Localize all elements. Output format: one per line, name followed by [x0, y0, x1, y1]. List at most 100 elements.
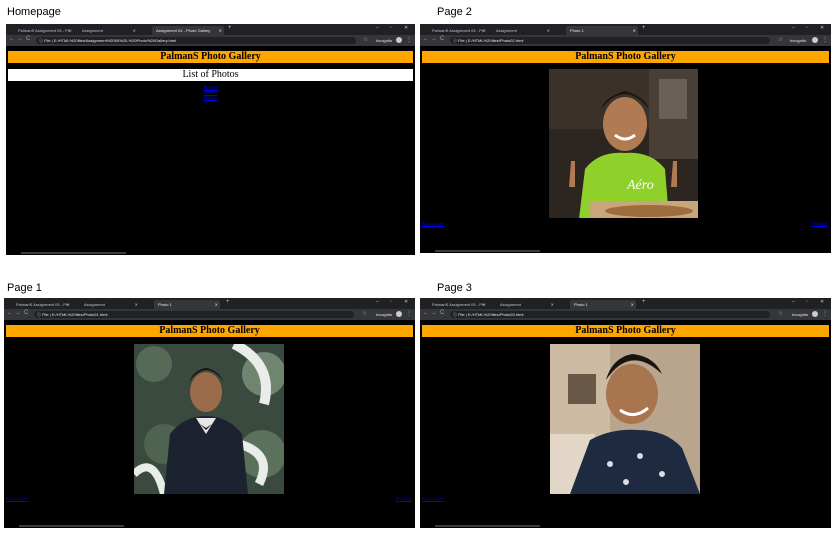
star-icon[interactable]: ☆	[778, 36, 783, 43]
close-icon[interactable]: ✕	[215, 300, 218, 309]
star-icon[interactable]: ☆	[778, 310, 783, 317]
url-field[interactable]: ⓘ File | E:/HTML%20files/Photo03.html	[450, 311, 770, 318]
url-field[interactable]: ⓘ File | E:/HTML%20files/Assignment%2005…	[36, 37, 356, 44]
tab-2[interactable]: Assignment ✕	[80, 300, 140, 309]
horizontal-scrollbar[interactable]	[19, 525, 124, 527]
tab-label: PalmanS Assignment 05 - Ph	[18, 28, 71, 33]
incognito-label: Incognito	[790, 38, 807, 43]
tab-label: Assignment	[496, 28, 517, 33]
window-close-icon[interactable]: ✕	[404, 299, 408, 305]
avatar[interactable]	[812, 311, 818, 317]
page-content: PalmanS Photo Gallery List of Photos Pho…	[6, 46, 415, 255]
incognito-label: Incognito	[376, 38, 393, 43]
back-icon[interactable]: ←	[423, 310, 429, 316]
tab-label: Assignment	[82, 28, 103, 33]
reload-icon[interactable]: C	[24, 310, 28, 316]
tab-3-active[interactable]: Assignment 04 - Photo Gallery ✕	[152, 26, 224, 35]
browser-window-page1: PalmanS Assignment 05 - Ph ✕ Assignment ✕ …	[4, 298, 415, 528]
menu-icon[interactable]: ⋮	[822, 36, 828, 43]
avatar[interactable]	[396, 37, 402, 43]
tab-bar: PalmanS Assignment 05 - Ph ✕ Assignment ✕ …	[420, 298, 831, 309]
new-tab-icon[interactable]: +	[642, 25, 646, 31]
gallery-title: PalmanS Photo Gallery	[8, 51, 413, 63]
address-bar: ← → C ⓘ File | E:/HTML%20files/Photo03.h…	[420, 309, 831, 320]
horizontal-scrollbar[interactable]	[435, 250, 540, 252]
back-to-home-link[interactable]: Back to home	[422, 221, 444, 226]
tab-3-active[interactable]: Photo 1 ✕	[154, 300, 220, 309]
close-icon[interactable]: ✕	[67, 300, 70, 309]
next-page-link[interactable]: Next Page	[395, 496, 412, 501]
minimize-icon[interactable]: –	[792, 299, 795, 305]
back-to-home-link[interactable]: Back to home	[422, 496, 444, 501]
tab-2[interactable]: Assignment ✕	[496, 300, 556, 309]
back-icon[interactable]: ←	[423, 36, 429, 42]
url-field[interactable]: ⓘ File | E:/HTML%20files/Photo01.html	[34, 311, 354, 318]
back-to-home-link[interactable]: Back to home	[6, 496, 28, 501]
tab-3-active[interactable]: Photo 1 ✕	[570, 300, 636, 309]
address-bar: ← → C ⓘ File | E:/HTML%20files/Photo01.h…	[4, 309, 415, 320]
tab-label: PalmanS Assignment 05 - Ph	[432, 302, 485, 307]
window-close-icon[interactable]: ✕	[820, 25, 824, 31]
close-icon[interactable]: ✕	[483, 26, 486, 35]
close-icon[interactable]: ✕	[633, 26, 636, 35]
tab-3-active[interactable]: Photo 1 ✕	[566, 26, 638, 35]
close-icon[interactable]: ✕	[551, 300, 554, 309]
forward-icon[interactable]: →	[431, 310, 437, 316]
page-content: PalmanS Photo Gallery Aéro Back to home …	[420, 46, 831, 253]
maximize-icon[interactable]: ▫	[806, 299, 808, 305]
close-icon[interactable]: ✕	[133, 26, 136, 35]
close-icon[interactable]: ✕	[219, 26, 222, 35]
back-icon[interactable]: ←	[7, 310, 13, 316]
minimize-icon[interactable]: –	[376, 299, 379, 305]
url-field[interactable]: ⓘ File | E:/HTML%20files/Photo02.html	[450, 37, 770, 44]
close-icon[interactable]: ✕	[547, 26, 550, 35]
minimize-icon[interactable]: –	[792, 25, 795, 31]
reload-icon[interactable]: C	[440, 310, 444, 316]
new-tab-icon[interactable]: +	[228, 25, 232, 31]
close-icon[interactable]: ✕	[631, 300, 634, 309]
back-icon[interactable]: ←	[9, 36, 15, 42]
minimize-icon[interactable]: –	[376, 25, 379, 31]
tab-2[interactable]: Assignment ✕	[492, 26, 552, 35]
info-icon: ⓘ	[453, 38, 457, 43]
new-tab-icon[interactable]: +	[642, 299, 646, 305]
tab-label: Assignment	[500, 302, 521, 307]
menu-icon[interactable]: ⋮	[406, 310, 412, 317]
page-content: PalmanS Photo Gallery Back to home Next …	[4, 320, 415, 528]
gallery-title: PalmanS Photo Gallery	[422, 325, 829, 337]
forward-icon[interactable]: →	[17, 36, 23, 42]
address-bar: ← → C ⓘ File | E:/HTML%20files/Assignmen…	[6, 35, 415, 46]
window-close-icon[interactable]: ✕	[820, 299, 824, 305]
horizontal-scrollbar[interactable]	[435, 525, 540, 527]
window-close-icon[interactable]: ✕	[404, 25, 408, 31]
forward-icon[interactable]: →	[15, 310, 21, 316]
info-icon: ⓘ	[37, 312, 41, 317]
close-icon[interactable]: ✕	[69, 26, 72, 35]
maximize-icon[interactable]: ▫	[390, 299, 392, 305]
star-icon[interactable]: ☆	[362, 310, 367, 317]
avatar[interactable]	[812, 37, 818, 43]
new-tab-icon[interactable]: +	[226, 299, 230, 305]
tab-1[interactable]: PalmanS Assignment 05 - Ph ✕	[428, 26, 488, 35]
tab-2[interactable]: Assignment ✕	[78, 26, 138, 35]
maximize-icon[interactable]: ▫	[390, 25, 392, 31]
forward-icon[interactable]: →	[431, 36, 437, 42]
menu-icon[interactable]: ⋮	[822, 310, 828, 317]
close-icon[interactable]: ✕	[135, 300, 138, 309]
reload-icon[interactable]: C	[440, 36, 444, 42]
avatar[interactable]	[396, 311, 402, 317]
tab-1[interactable]: PalmanS Assignment 05 - Ph ✕	[14, 26, 74, 35]
maximize-icon[interactable]: ▫	[806, 25, 808, 31]
next-page-link[interactable]: Next Page	[811, 221, 828, 226]
menu-icon[interactable]: ⋮	[406, 36, 412, 43]
reload-icon[interactable]: C	[26, 36, 30, 42]
close-icon[interactable]: ✕	[483, 300, 486, 309]
horizontal-scrollbar[interactable]	[21, 252, 126, 254]
url-text: E:/HTML%20files/Photo02.html	[467, 38, 524, 43]
tab-1[interactable]: PalmanS Assignment 05 - Ph ✕	[428, 300, 488, 309]
photo-link-3[interactable]: Photo3	[6, 96, 415, 101]
url-text: E:/HTML%20files/Assignment%2005%20-%20Ph…	[53, 38, 177, 43]
star-icon[interactable]: ☆	[363, 36, 368, 43]
gallery-title: PalmanS Photo Gallery	[422, 51, 829, 63]
tab-1[interactable]: PalmanS Assignment 05 - Ph ✕	[12, 300, 72, 309]
